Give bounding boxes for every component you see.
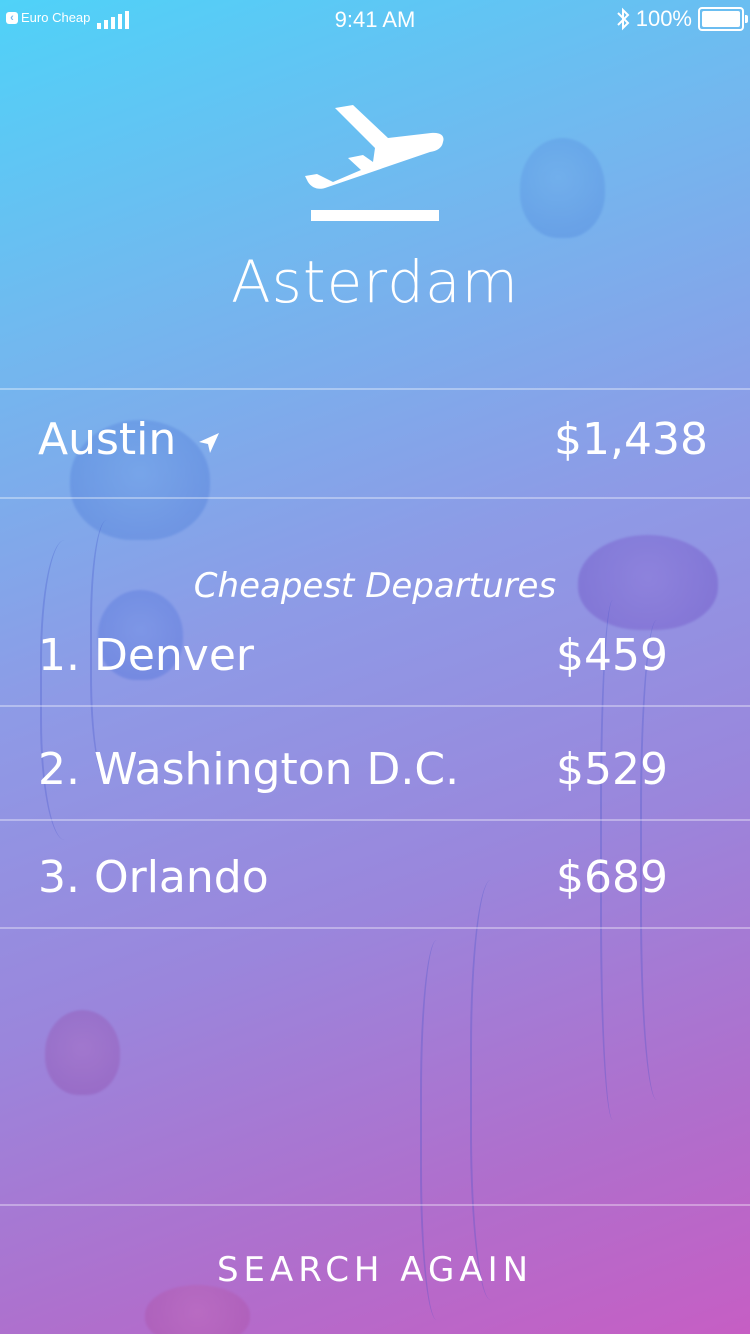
origin-city: Austin <box>38 414 177 465</box>
section-title: Cheapest Departures <box>193 566 557 606</box>
departure-name: 3. Orlando <box>38 852 269 903</box>
departure-row[interactable]: 1. Denver $459 <box>0 612 750 702</box>
app-screen: ‹ Euro Cheap 9:41 AM 100% Asterdam Austi… <box>0 0 750 1334</box>
departure-row[interactable]: 3. Orlando $689 <box>0 834 750 924</box>
departure-price: $529 <box>556 744 668 795</box>
departure-row[interactable]: 2. Washington D.C. $529 <box>0 726 750 816</box>
divider <box>0 705 750 707</box>
status-right: 100% <box>616 6 748 32</box>
battery-percent: 100% <box>635 6 692 31</box>
status-bar: ‹ Euro Cheap 9:41 AM 100% <box>0 0 750 40</box>
divider <box>0 819 750 821</box>
battery-icon <box>698 7 748 31</box>
background-jellyfish <box>45 1010 120 1095</box>
departure-name: 1. Denver <box>38 630 255 681</box>
location-arrow-icon <box>199 433 219 453</box>
origin-price: $1,438 <box>554 414 708 465</box>
search-again-button[interactable]: SEARCH AGAIN <box>0 1206 750 1334</box>
bluetooth-icon <box>617 7 630 31</box>
origin-row[interactable]: Austin $1,438 <box>0 390 750 498</box>
departure-price: $459 <box>556 630 668 681</box>
divider <box>0 497 750 499</box>
airplane-departure-icon <box>305 105 444 221</box>
background-jellyfish <box>520 138 605 238</box>
departure-name: 2. Washington D.C. <box>38 744 460 795</box>
divider <box>0 927 750 929</box>
destination-title: Asterdam <box>230 248 519 316</box>
departure-price: $689 <box>556 852 668 903</box>
